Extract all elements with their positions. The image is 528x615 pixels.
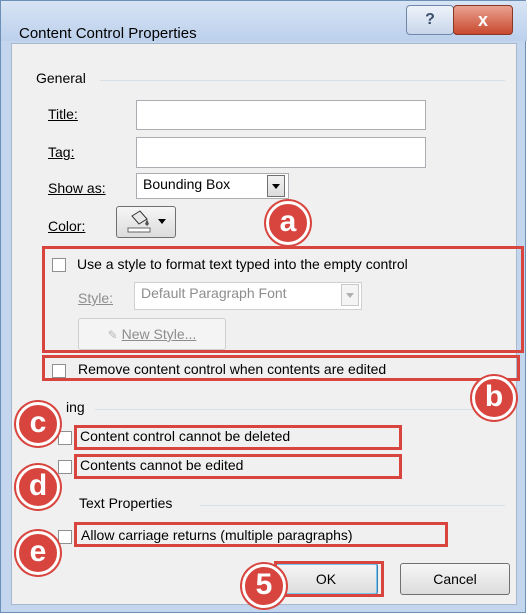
annotation-box-allow-carriage-returns [74, 522, 448, 547]
show-as-dropdown[interactable]: Bounding Box [136, 173, 289, 199]
show-as-label: Show as: [48, 180, 106, 196]
cancel-button[interactable]: Cancel [400, 563, 510, 595]
general-group-label: General [36, 70, 86, 86]
help-button[interactable]: ? [406, 5, 454, 35]
cannot-delete-checkbox[interactable] [58, 431, 72, 445]
close-icon: x [477, 10, 488, 30]
callout-a: a [266, 201, 310, 245]
title-label: Title: [48, 106, 78, 122]
text-properties-group-label: Text Properties [79, 495, 173, 511]
annotation-box-remove-control [42, 355, 520, 381]
annotation-box-cannot-edit [74, 454, 402, 479]
text-properties-group-divider [200, 505, 505, 506]
color-picker-button[interactable] [116, 206, 176, 238]
color-label: Color: [48, 218, 86, 234]
help-icon: ? [425, 11, 435, 28]
tag-input[interactable] [136, 137, 426, 168]
locking-group-divider [95, 409, 505, 410]
callout-b: b [472, 376, 516, 420]
title-bar: Content Control Properties ? x [1, 1, 527, 42]
title-input[interactable] [136, 100, 426, 130]
paint-bucket-icon [127, 210, 166, 233]
callout-c: c [16, 402, 60, 446]
chevron-down-icon[interactable] [267, 175, 285, 197]
tag-label: Tag: [48, 144, 75, 160]
allow-carriage-returns-checkbox[interactable] [58, 530, 72, 544]
general-group-divider [100, 80, 505, 81]
callout-e: e [16, 531, 60, 575]
annotation-box-ok-button [274, 561, 384, 597]
callout-5: 5 [242, 564, 286, 608]
locking-group-label: ing [66, 399, 85, 415]
close-button[interactable]: x [453, 5, 513, 35]
show-as-value: Bounding Box [143, 176, 231, 192]
cannot-edit-checkbox[interactable] [58, 460, 72, 474]
dialog-title: Content Control Properties [19, 25, 197, 42]
annotation-box-cannot-delete [74, 425, 402, 450]
callout-d: d [16, 465, 60, 509]
annotation-box-style-options [42, 246, 524, 353]
